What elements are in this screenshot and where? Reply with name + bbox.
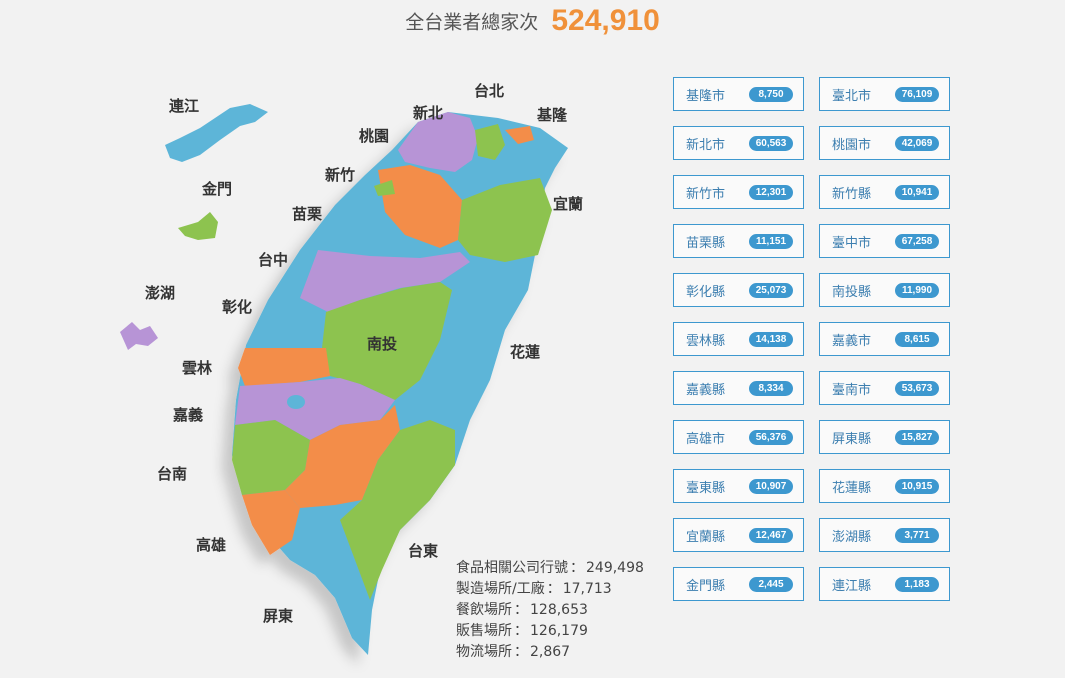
county-count-badge: 53,673 [895, 380, 939, 396]
map-label-changhua: 彰化 [222, 298, 252, 316]
county-button[interactable]: 臺北市 76,109 [819, 77, 950, 111]
map-label-miaoli: 苗栗 [292, 205, 322, 223]
map-label-pingtung: 屏東 [263, 607, 293, 625]
county-count-badge: 56,376 [749, 429, 793, 445]
county-count-badge: 12,301 [749, 184, 793, 200]
county-name: 南投縣 [832, 284, 872, 300]
map-label-yunlin: 雲林 [182, 359, 213, 377]
county-count-badge: 10,907 [749, 478, 793, 494]
county-button[interactable]: 新竹縣 10,941 [819, 175, 950, 209]
county-count-badge: 8,750 [749, 86, 793, 102]
county-count-badge: 67,258 [895, 233, 939, 249]
county-count-badge: 10,941 [895, 184, 939, 200]
county-name: 高雄市 [686, 431, 726, 447]
map-label-kaohsiung: 高雄 [196, 536, 226, 554]
county-button[interactable]: 臺南市 53,673 [819, 371, 950, 405]
county-button[interactable]: 臺中市 67,258 [819, 224, 950, 258]
map-label-taipei: 台北 [474, 82, 504, 100]
county-button[interactable]: 澎湖縣 3,771 [819, 518, 950, 552]
map-label-tainan: 台南 [157, 465, 187, 483]
map-label-chiayi: 嘉義 [172, 406, 203, 424]
county-count-badge: 1,183 [895, 576, 939, 592]
county-count-badge: 10,915 [895, 478, 939, 494]
county-name: 新北市 [686, 137, 726, 153]
county-name: 新竹市 [686, 186, 726, 202]
county-count-badge: 8,334 [749, 380, 793, 396]
county-count-badge: 42,069 [895, 135, 939, 151]
county-count-badge: 12,467 [749, 527, 793, 543]
county-name: 臺東縣 [686, 480, 726, 496]
county-count-badge: 3,771 [895, 527, 939, 543]
county-count-badge: 2,445 [749, 576, 793, 592]
county-name: 嘉義縣 [686, 382, 726, 398]
county-button-grid: 基隆市 8,750 臺北市 76,109 新北市 60,563 桃園市 42,069 新… [673, 77, 950, 601]
island-penghu [120, 322, 158, 350]
stats-row: 食品相關公司行號： 249,498 [456, 560, 644, 576]
county-count-badge: 25,073 [749, 282, 793, 298]
county-name: 臺中市 [832, 235, 872, 251]
county-button[interactable]: 基隆市 8,750 [673, 77, 804, 111]
map-label-taichung: 台中 [258, 251, 288, 269]
county-count-badge: 11,990 [895, 282, 939, 298]
county-button[interactable]: 雲林縣 14,138 [673, 322, 804, 356]
county-count-badge: 15,827 [895, 429, 939, 445]
map-label-yilan: 宜蘭 [553, 195, 583, 213]
county-count-badge: 8,615 [895, 331, 939, 347]
county-name: 基隆市 [686, 88, 726, 104]
map-label-newtaipei: 新北 [413, 104, 443, 122]
map-label-taoyuan: 桃園 [359, 127, 389, 145]
county-name: 澎湖縣 [832, 529, 872, 545]
county-name: 連江縣 [832, 578, 872, 594]
county-name: 臺南市 [832, 382, 872, 398]
county-name: 花蓮縣 [832, 480, 872, 496]
county-button[interactable]: 彰化縣 25,073 [673, 273, 804, 307]
county-name: 雲林縣 [686, 333, 726, 349]
map-label-taitung: 台東 [408, 542, 438, 560]
county-name: 桃園市 [832, 137, 872, 153]
county-name: 宜蘭縣 [686, 529, 726, 545]
county-button[interactable]: 新北市 60,563 [673, 126, 804, 160]
county-name: 新竹縣 [832, 186, 872, 202]
county-button[interactable]: 臺東縣 10,907 [673, 469, 804, 503]
stats-summary: 食品相關公司行號： 249,498 製造場所/工廠： 17,713 餐飲場所： 128… [456, 558, 644, 663]
county-button[interactable]: 金門縣 2,445 [673, 567, 804, 601]
stats-row: 製造場所/工廠： 17,713 [456, 581, 612, 597]
county-button[interactable]: 高雄市 56,376 [673, 420, 804, 454]
county-button[interactable]: 新竹市 12,301 [673, 175, 804, 209]
stats-row: 販售場所： 126,179 [456, 623, 588, 639]
map-label-hsinchu: 新竹 [325, 166, 355, 184]
county-name: 嘉義市 [832, 333, 872, 349]
map-label-nantou: 南投 [367, 335, 397, 353]
county-button[interactable]: 嘉義縣 8,334 [673, 371, 804, 405]
county-button[interactable]: 屏東縣 15,827 [819, 420, 950, 454]
county-button[interactable]: 苗栗縣 11,151 [673, 224, 804, 258]
stats-row: 物流場所： 2,867 [456, 644, 571, 660]
region-chiayi-city [287, 395, 305, 409]
county-button[interactable]: 嘉義市 8,615 [819, 322, 950, 356]
county-count-badge: 11,151 [749, 233, 793, 249]
map-label-keelung: 基隆 [536, 106, 568, 124]
county-button[interactable]: 南投縣 11,990 [819, 273, 950, 307]
county-count-badge: 60,563 [749, 135, 793, 151]
county-name: 苗栗縣 [686, 235, 726, 251]
county-name: 臺北市 [832, 88, 872, 104]
map-label-lienchiang: 連江 [169, 97, 199, 115]
county-count-badge: 14,138 [749, 331, 793, 347]
county-count-badge: 76,109 [895, 86, 939, 102]
map-label-penghu: 澎湖 [145, 284, 175, 302]
island-kinmen [178, 212, 218, 240]
county-button[interactable]: 宜蘭縣 12,467 [673, 518, 804, 552]
county-name: 金門縣 [686, 578, 726, 594]
county-name: 彰化縣 [686, 284, 726, 300]
map-label-hualien: 花蓮 [510, 343, 540, 361]
map-label-kinmen: 金門 [201, 180, 232, 198]
county-button[interactable]: 花蓮縣 10,915 [819, 469, 950, 503]
county-button[interactable]: 連江縣 1,183 [819, 567, 950, 601]
county-name: 屏東縣 [832, 431, 872, 447]
stats-row: 餐飲場所： 128,653 [456, 602, 588, 618]
county-button[interactable]: 桃園市 42,069 [819, 126, 950, 160]
